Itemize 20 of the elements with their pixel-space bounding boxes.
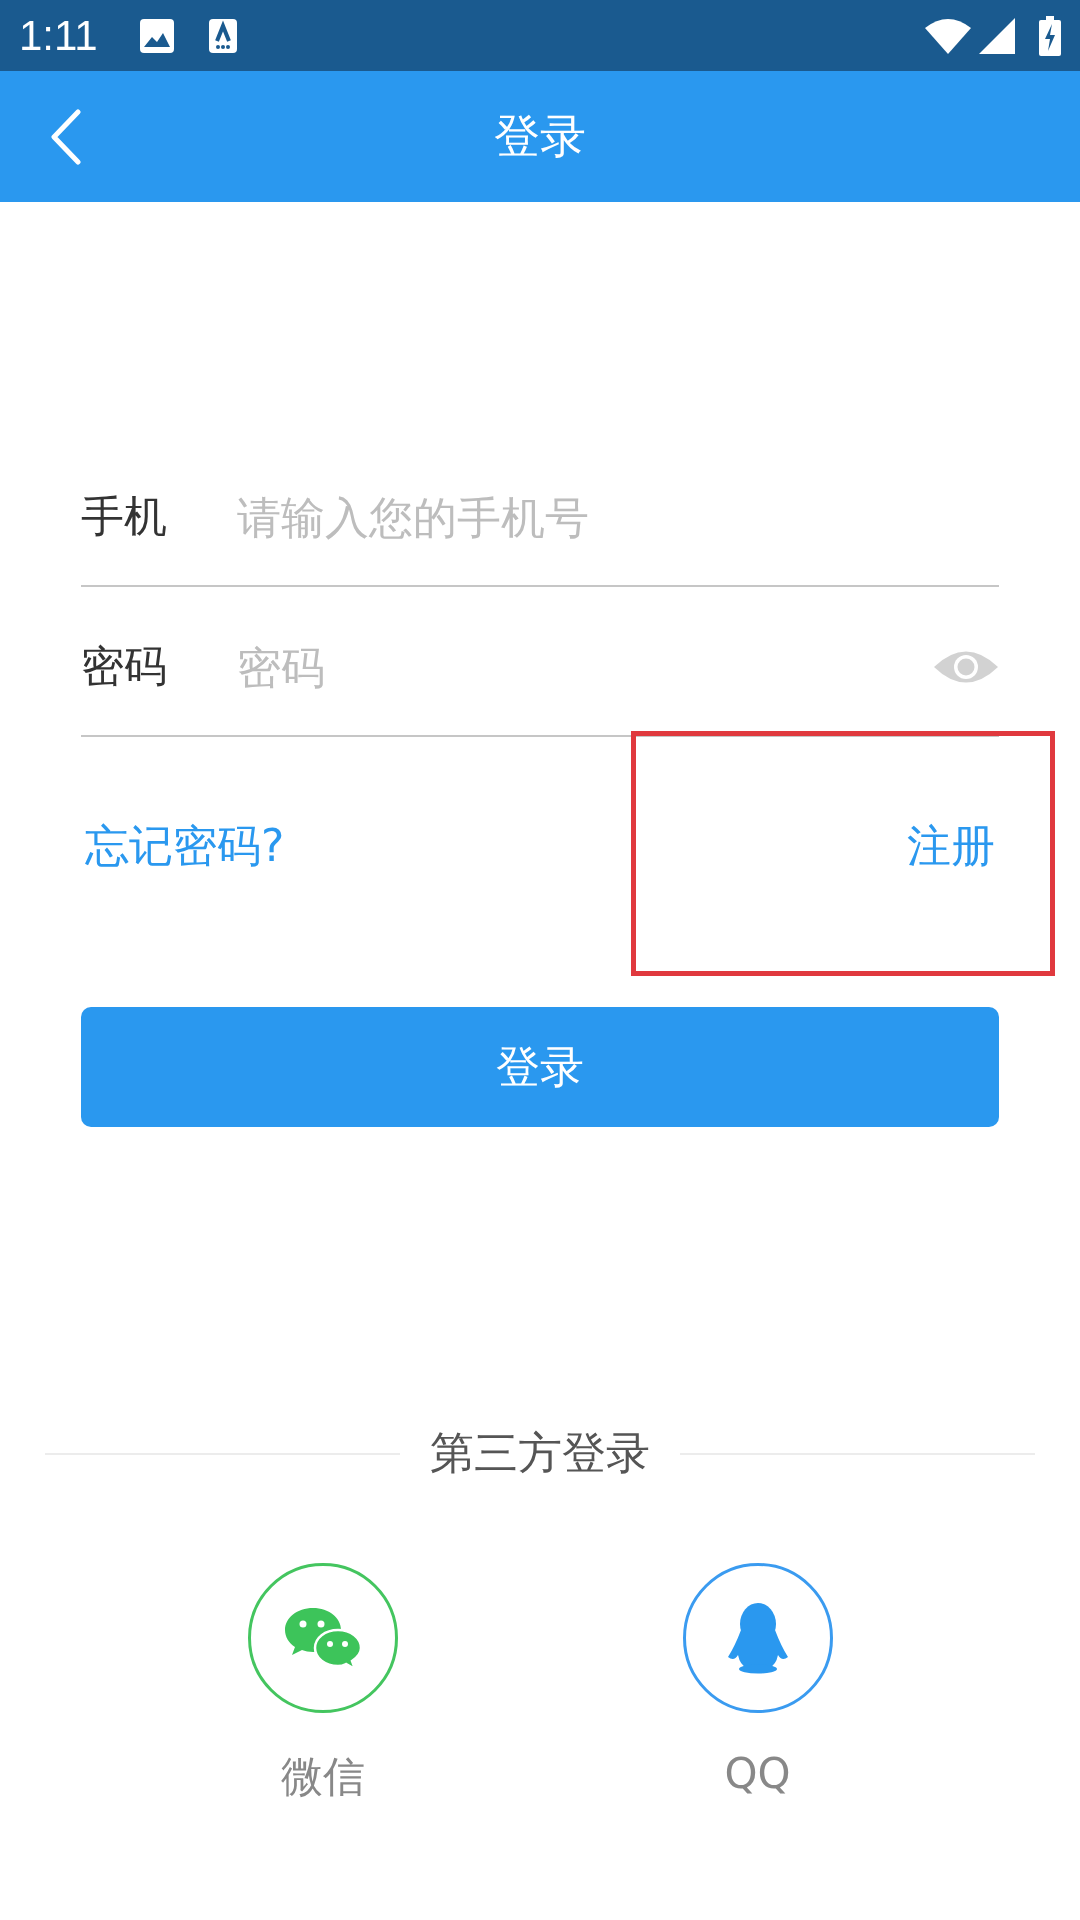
- section-title: 第三方登录: [430, 1426, 650, 1480]
- social-login-label: QQ: [724, 1749, 791, 1798]
- chat-bubbles-icon: [282, 1606, 363, 1670]
- back-icon[interactable]: [50, 108, 82, 165]
- password-field[interactable]: 密码: [237, 636, 933, 698]
- image-icon: [139, 18, 174, 53]
- notification-icon: [208, 18, 237, 53]
- forgot-password-link[interactable]: 忘记密码?: [85, 817, 285, 876]
- field-label: 密码: [81, 640, 168, 693]
- login-button[interactable]: 登录: [81, 1007, 999, 1127]
- register-link[interactable]: 注册: [907, 817, 995, 876]
- phone-field[interactable]: 请输入您的手机号: [237, 486, 999, 548]
- field-label: 手机: [81, 490, 168, 543]
- status-time: 1:11: [19, 11, 98, 60]
- signal-icon: [979, 17, 1015, 54]
- penguin-icon: [725, 1602, 790, 1674]
- social-login-label: 微信: [280, 1751, 365, 1803]
- page-title: 登录: [494, 107, 586, 165]
- battery-charging-icon: [1039, 15, 1061, 56]
- wifi-icon: [925, 17, 971, 54]
